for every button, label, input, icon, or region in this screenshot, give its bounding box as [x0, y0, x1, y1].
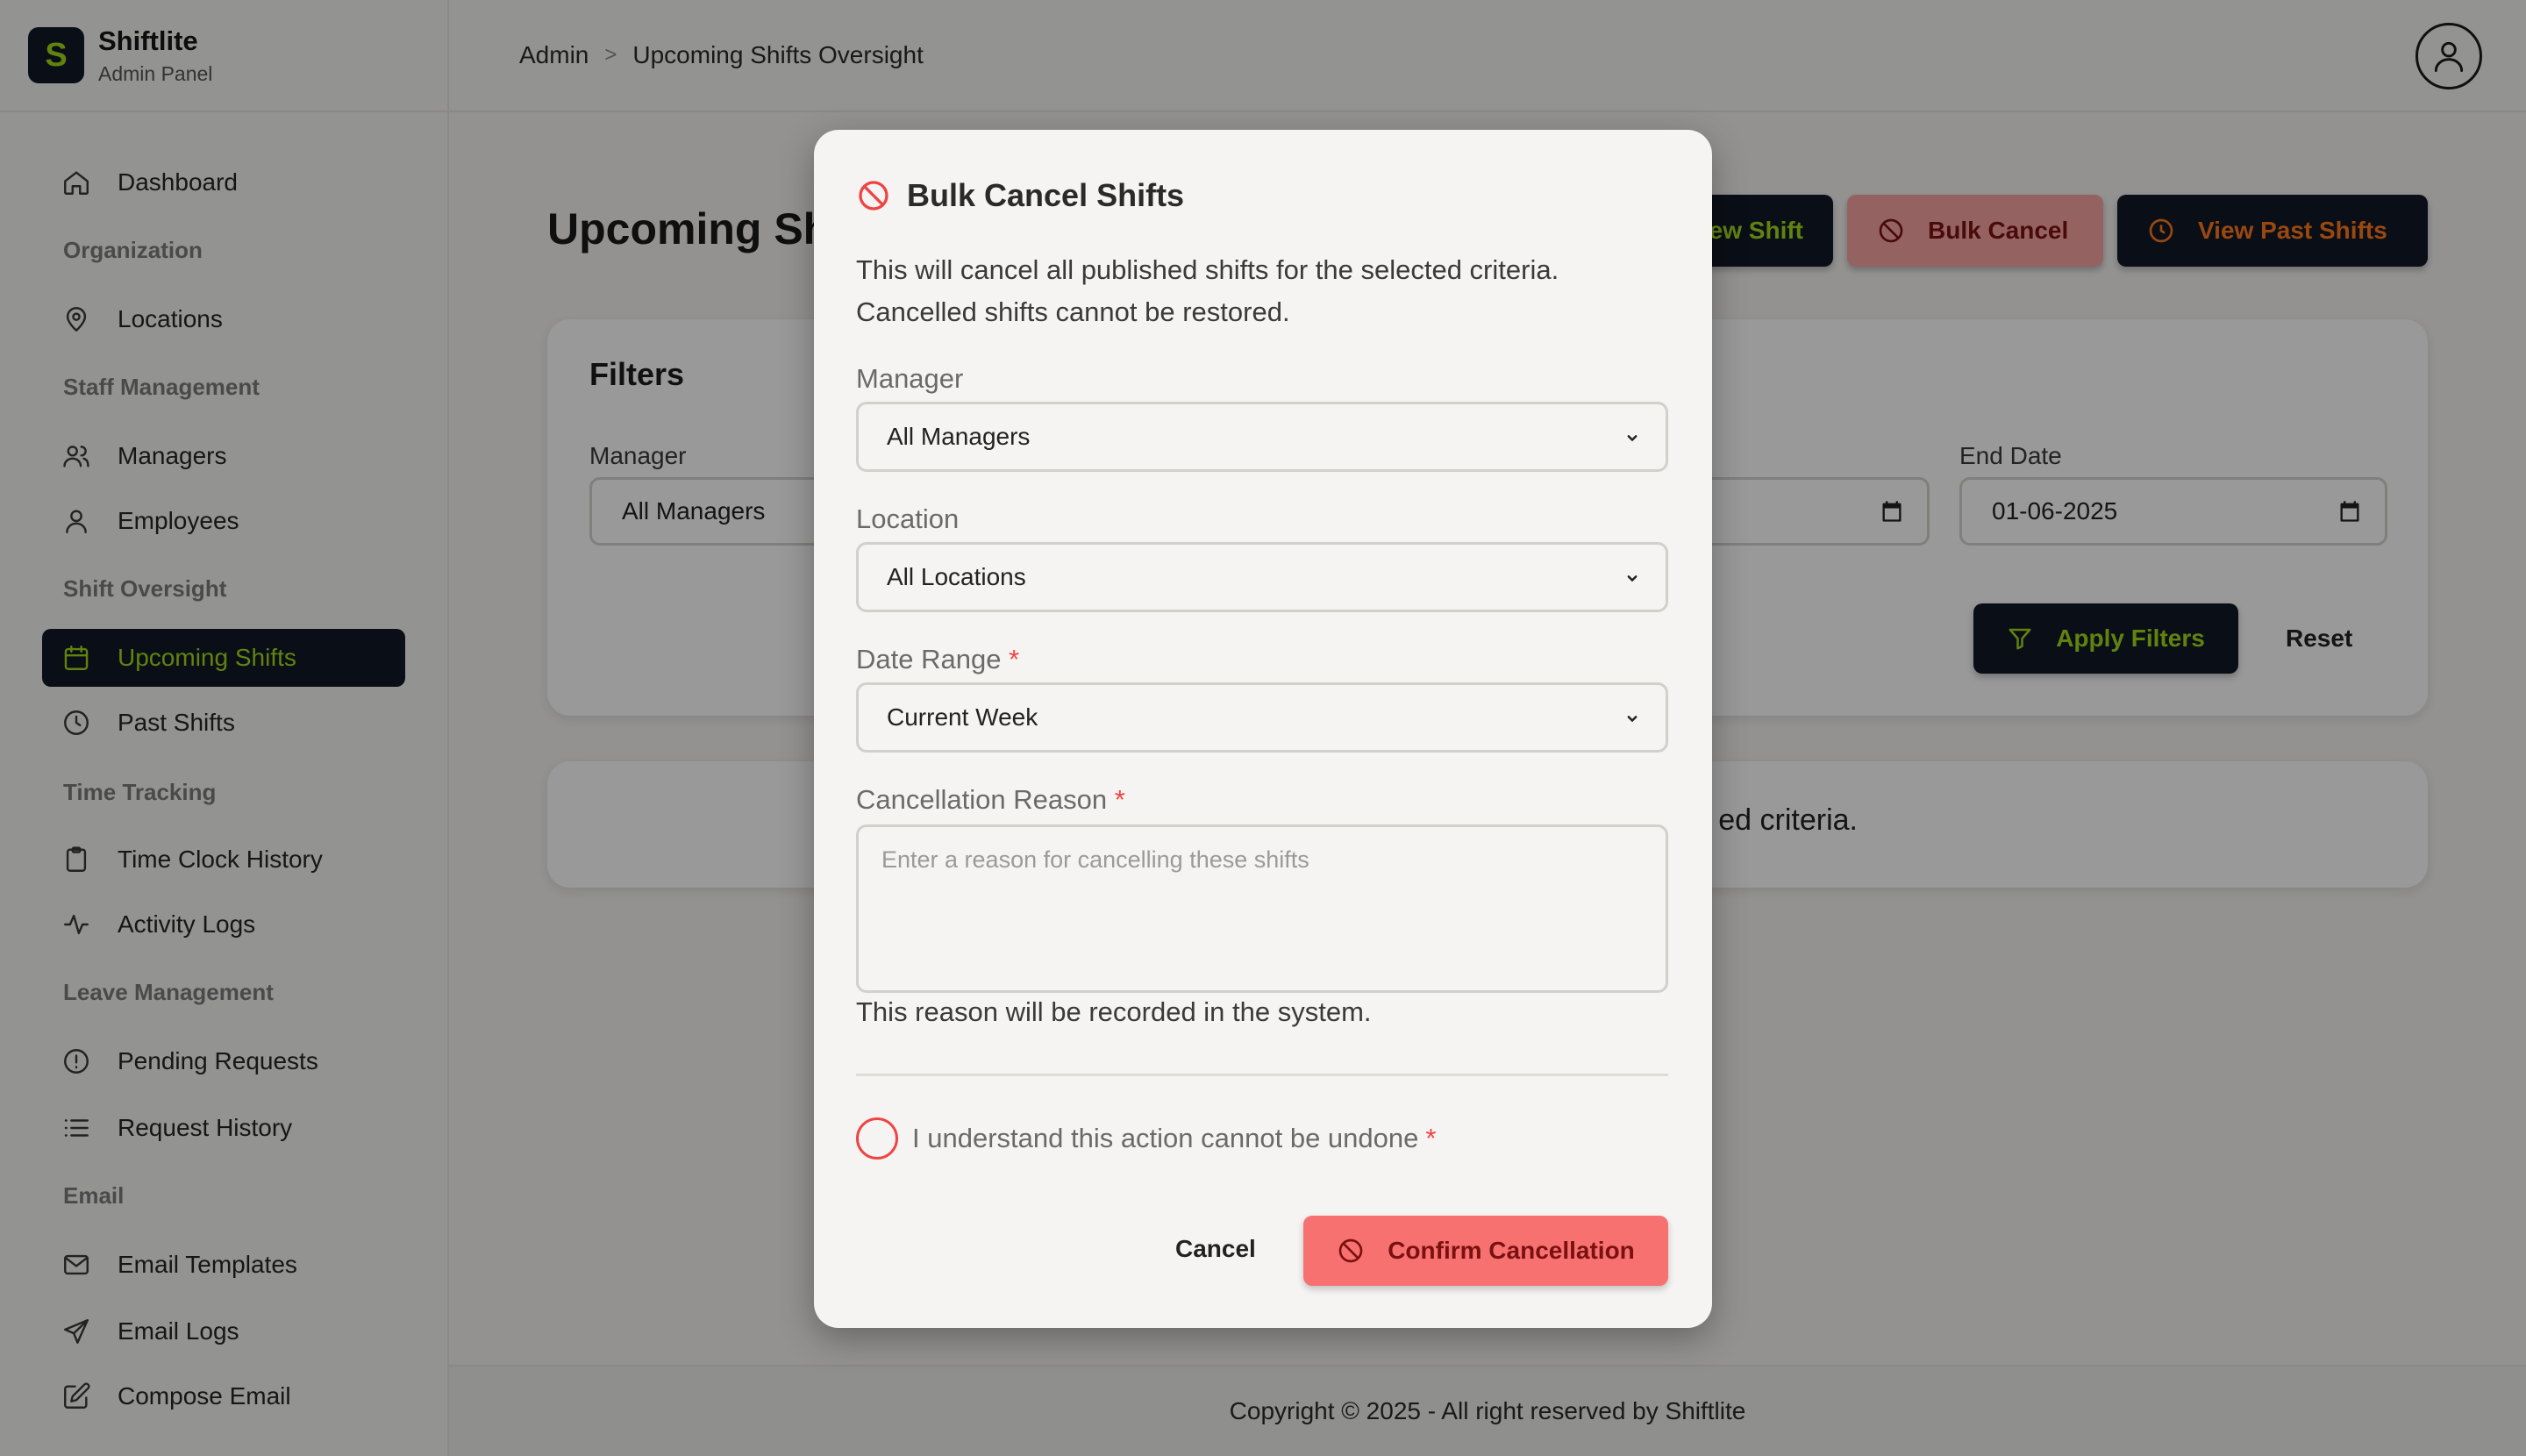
- acknowledge-label: I understand this action cannot be undon…: [912, 1123, 1419, 1153]
- cancellation-reason-help: This reason will be recorded in the syst…: [856, 996, 1372, 1027]
- divider: [856, 1074, 1668, 1076]
- manager-select-value: All Managers: [887, 423, 1031, 450]
- chevron-down-icon: [1627, 716, 1638, 723]
- ban-icon: [859, 181, 888, 211]
- location-select[interactable]: All Locations: [856, 542, 1668, 612]
- chevron-down-icon: [1627, 435, 1638, 442]
- date-range-select-value: Current Week: [887, 703, 1038, 731]
- modal-title: Bulk Cancel Shifts: [856, 177, 1184, 214]
- date-range-label-text: Date Range: [856, 644, 1002, 674]
- cancellation-reason-textarea[interactable]: Enter a reason for cancelling these shif…: [856, 824, 1668, 993]
- date-range-label: Date Range *: [856, 644, 1019, 675]
- required-mark: *: [1009, 644, 1020, 674]
- date-range-select[interactable]: Current Week: [856, 682, 1668, 753]
- ban-icon: [1338, 1238, 1363, 1263]
- location-label: Location: [856, 503, 960, 534]
- acknowledge-checkbox[interactable]: [856, 1117, 898, 1160]
- acknowledge-checkbox-row[interactable]: I understand this action cannot be undon…: [856, 1117, 1436, 1160]
- confirm-cancellation-button[interactable]: Confirm Cancellation: [1303, 1216, 1668, 1286]
- required-mark: *: [1425, 1123, 1437, 1153]
- location-select-value: All Locations: [887, 563, 1026, 590]
- modal-cancel-button[interactable]: Cancel: [1175, 1235, 1256, 1263]
- bulk-cancel-modal: Bulk Cancel Shifts This will cancel all …: [814, 130, 1712, 1328]
- cancellation-reason-label-text: Cancellation Reason: [856, 784, 1108, 815]
- manager-select[interactable]: All Managers: [856, 402, 1668, 472]
- modal-title-text: Bulk Cancel Shifts: [907, 177, 1185, 213]
- chevron-down-icon: [1627, 575, 1638, 582]
- required-mark: *: [1114, 784, 1125, 815]
- manager-label: Manager: [856, 363, 964, 394]
- confirm-cancellation-label: Confirm Cancellation: [1388, 1237, 1635, 1264]
- modal-description: This will cancel all published shifts fo…: [856, 254, 1559, 327]
- cancellation-reason-label: Cancellation Reason *: [856, 784, 1125, 816]
